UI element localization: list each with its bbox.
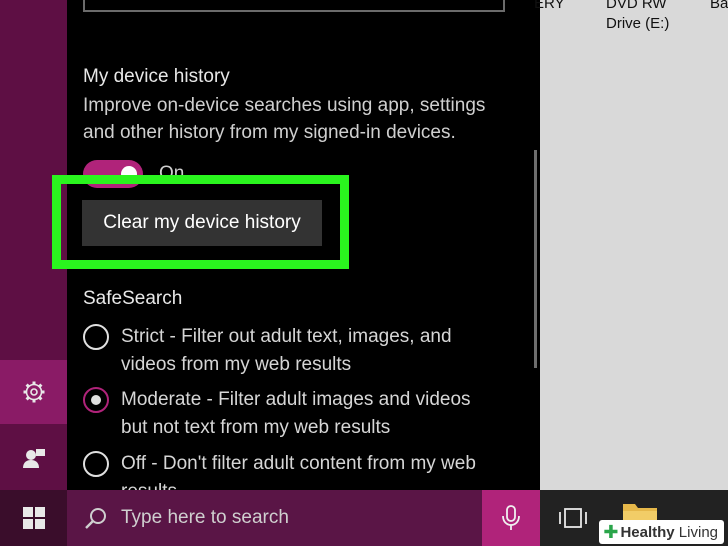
safesearch-moderate-label: Moderate - Filter adult images and video… (121, 389, 471, 438)
microphone-icon (502, 505, 520, 530)
device-history-title: My device history (83, 66, 230, 87)
windows-logo-icon (22, 507, 45, 529)
clear-device-history-button[interactable]: Clear my device history (82, 200, 322, 246)
task-view-icon (559, 508, 587, 528)
safesearch-strict-radio[interactable] (83, 324, 109, 350)
start-button[interactable] (0, 490, 67, 546)
safesearch-off-label: Off - Don't filter adult content from my… (121, 453, 476, 490)
desktop-area: ERY DVD RW Drive (E:) Ba (534, 0, 728, 490)
drive-label-1[interactable]: ERY (534, 0, 565, 14)
device-history-description-line2: and other history from my signed-in devi… (83, 122, 456, 143)
feedback-person-icon (22, 449, 45, 468)
top-input-field[interactable] (83, 0, 505, 12)
safesearch-off-radio[interactable] (83, 451, 109, 477)
safesearch-strict-label: Strict - Filter out adult text, images, … (121, 326, 452, 375)
settings-gear-icon (23, 381, 44, 403)
radio-selected-dot (91, 395, 101, 405)
safesearch-moderate-radio[interactable] (83, 387, 109, 413)
feedback-button[interactable] (0, 428, 67, 488)
taskbar: ✚ Healthy Living (0, 490, 728, 546)
microphone-button[interactable] (482, 490, 540, 546)
safesearch-title: SafeSearch (83, 288, 183, 309)
watermark-plus-icon: ✚ (603, 521, 619, 542)
drive-label-2[interactable]: DVD RW Drive (E:) (606, 0, 669, 34)
panel-scrollbar[interactable] (534, 150, 537, 368)
device-history-description-line1: Improve on-device searches using app, se… (83, 95, 486, 116)
watermark-badge: ✚ Healthy Living (599, 520, 724, 544)
task-view-button[interactable] (548, 490, 598, 546)
drive-label-3[interactable]: Ba (710, 0, 728, 14)
taskbar-search-box[interactable] (67, 490, 482, 546)
settings-button[interactable] (0, 360, 67, 424)
search-icon (85, 508, 106, 529)
search-input[interactable] (121, 507, 461, 529)
